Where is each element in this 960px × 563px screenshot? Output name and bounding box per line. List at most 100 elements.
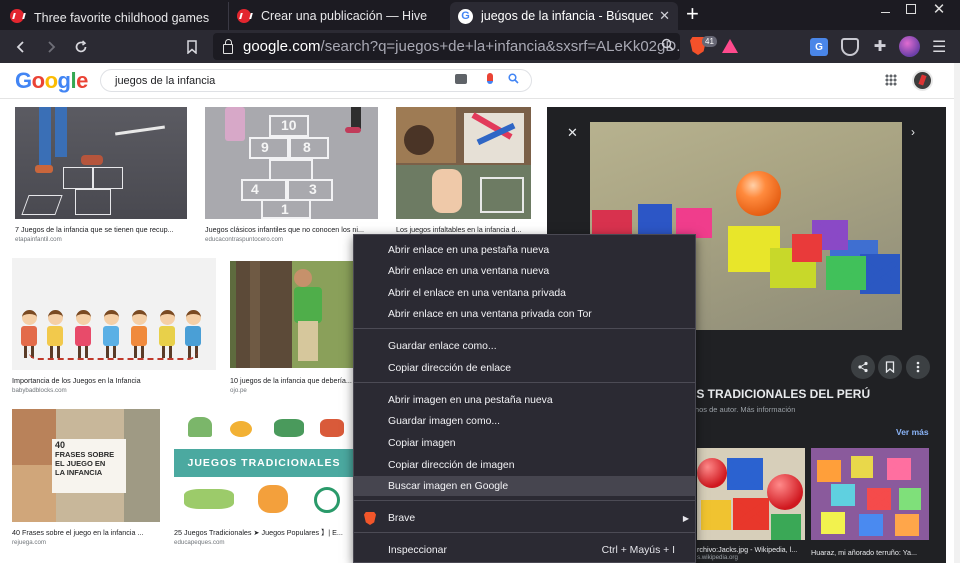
back-arrow-icon — [16, 41, 24, 53]
related-image[interactable] — [811, 448, 929, 540]
menu-item-open-link-new-window[interactable]: Abrir enlace en una ventana nueva — [354, 261, 695, 281]
menu-item-save-image-as[interactable]: Guardar imagen como... — [354, 411, 695, 431]
result-caption[interactable]: 10 juegos de la infancia que debería... — [230, 376, 354, 385]
related-caption[interactable]: rchivo:Jacks.jpg - Wikipedia, l... — [697, 545, 805, 554]
close-tab-icon[interactable]: ✕ — [659, 8, 670, 24]
preview-title[interactable]: OS TRADICIONALES DEL PERÚ — [687, 387, 870, 401]
tab-title: Crear una publicación — Hive — [261, 9, 428, 23]
result-thumbnail[interactable] — [396, 107, 531, 219]
extensions-puzzle-icon[interactable]: ✚ — [871, 38, 889, 56]
translate-extension-icon[interactable]: G — [810, 38, 828, 56]
url-path: /search?q=juegos+de+la+infancia&sxsrf=AL… — [320, 38, 680, 55]
result-source[interactable]: etapainfantil.com — [15, 236, 62, 243]
voice-search-icon[interactable] — [487, 73, 493, 84]
result-thumbnail[interactable]: 40 FRASES SOBRE EL JUEGO EN LA INFANCIA — [12, 409, 160, 522]
result-card[interactable]: JUEGOS TRADICIONALES 25 Juegos Tradicion… — [174, 409, 354, 549]
forward-arrow-icon — [48, 41, 56, 53]
hive-favicon-icon — [237, 9, 251, 23]
brave-rewards-icon[interactable] — [722, 39, 738, 53]
related-caption[interactable]: Huaraz, mi añorado terruño: Ya... — [811, 548, 933, 557]
shield-extension-icon[interactable] — [841, 38, 859, 56]
menu-separator — [354, 500, 695, 501]
result-card[interactable]: 10 9 8 4 3 1 Juegos clásicos infantiles … — [205, 107, 378, 247]
brave-lion-icon — [364, 512, 376, 525]
tab-strip: Three favorite childhood games 《Withou C… — [0, 0, 960, 30]
menu-item-copy-image[interactable]: Copiar imagen — [354, 433, 695, 453]
menu-item-open-link-private-tor[interactable]: Abrir enlace en una ventana privada con … — [354, 304, 695, 324]
thumb-text: LA INFANCIA — [55, 468, 103, 477]
tab-google-search[interactable]: G juegos de la infancia - Búsqueda de G … — [450, 2, 678, 30]
menu-item-inspect[interactable]: Inspeccionar Ctrl + Mayús + I — [354, 540, 695, 560]
result-thumbnail[interactable]: 10 9 8 4 3 1 — [205, 107, 378, 219]
menu-item-copy-link-address[interactable]: Copiar dirección de enlace — [354, 358, 695, 378]
result-card[interactable]: Los juegos infaltables en la infancia d.… — [396, 107, 531, 247]
related-image[interactable] — [697, 448, 805, 540]
result-card[interactable]: 40 FRASES SOBRE EL JUEGO EN LA INFANCIA … — [12, 409, 160, 549]
result-thumbnail[interactable] — [15, 107, 187, 219]
tab-title: juegos de la infancia - Búsqueda de G — [481, 9, 654, 23]
result-source[interactable]: rejuega.com — [12, 539, 46, 546]
thumb-text: FRASES SOBRE — [55, 450, 115, 459]
result-caption[interactable]: 25 Juegos Tradicionales ➤ Juegos Popular… — [174, 528, 354, 538]
result-caption[interactable]: Los juegos infaltables en la infancia d.… — [396, 225, 531, 234]
result-source[interactable]: ojo.pe — [230, 387, 247, 394]
reload-icon — [75, 40, 87, 53]
result-thumbnail[interactable] — [12, 258, 216, 370]
tab-title: Three favorite childhood games 《Withou — [34, 10, 218, 25]
page-scrollbar[interactable] — [954, 63, 960, 563]
profile-avatar[interactable] — [899, 36, 920, 57]
bookmark-icon — [885, 361, 895, 373]
menu-item-save-link-as[interactable]: Guardar enlace como... — [354, 336, 695, 356]
menu-item-open-link-private-window[interactable]: Abrir el enlace en una ventana privada — [354, 283, 695, 303]
share-button[interactable] — [851, 355, 875, 379]
next-image-icon[interactable]: › — [911, 125, 915, 139]
google-apps-icon[interactable] — [885, 74, 897, 86]
menu-item-search-image-google[interactable]: Buscar imagen en Google — [354, 476, 695, 496]
address-bar[interactable]: google.com /search?q=juegos+de+la+infanc… — [213, 33, 680, 60]
result-caption[interactable]: 7 Juegos de la infancia que se tienen qu… — [15, 225, 187, 234]
inspect-shortcut: Ctrl + Mayús + I — [601, 544, 675, 556]
more-vert-icon — [916, 361, 920, 373]
tab-childhood-games[interactable]: Three favorite childhood games 《Withou — [2, 2, 226, 30]
result-card[interactable]: Importancia de los Juegos en la Infancia… — [12, 258, 216, 398]
menu-item-open-image-new-tab[interactable]: Abrir imagen en una pestaña nueva — [354, 390, 695, 410]
result-caption[interactable]: Importancia de los Juegos en la Infancia — [12, 376, 216, 385]
url-host: google.com — [242, 38, 321, 55]
new-tab-button[interactable]: + — [686, 3, 699, 25]
result-caption[interactable]: Juegos clásicos infantiles que no conoce… — [205, 225, 378, 234]
search-icon[interactable] — [508, 72, 519, 87]
browser-menu-icon[interactable]: ☰ — [932, 37, 946, 57]
more-options-button[interactable] — [906, 355, 930, 379]
menu-item-copy-image-address[interactable]: Copiar dirección de imagen — [354, 455, 695, 475]
bookmark-button[interactable] — [182, 37, 202, 57]
related-source[interactable]: s.wikipedia.org — [697, 554, 738, 561]
back-button[interactable] — [11, 37, 31, 57]
result-thumbnail[interactable] — [230, 261, 354, 368]
lock-icon — [223, 38, 233, 54]
tab-crear-publicacion[interactable]: Crear una publicación — Hive — [228, 2, 448, 30]
shield-count-badge: 41 — [702, 36, 717, 47]
result-card[interactable]: 10 juegos de la infancia que debería... … — [230, 261, 354, 401]
camera-search-icon[interactable] — [455, 74, 467, 84]
menu-item-open-link-new-tab[interactable]: Abrir enlace en una pestaña nueva — [354, 240, 695, 260]
account-avatar[interactable] — [912, 70, 933, 91]
result-source[interactable]: educacontraspuntocero.com — [205, 236, 283, 243]
search-zoom-icon[interactable] — [661, 38, 674, 54]
thumb-text: 40 — [55, 440, 66, 450]
close-window-button[interactable]: ✕ — [922, 0, 956, 18]
forward-button[interactable] — [41, 37, 61, 57]
menu-item-brave[interactable]: Brave ▶ — [354, 508, 695, 528]
ver-mas-link[interactable]: Ver más — [896, 427, 929, 437]
result-card[interactable]: 7 Juegos de la infancia que se tienen qu… — [15, 107, 187, 247]
close-panel-icon[interactable]: ✕ — [567, 125, 578, 141]
result-source[interactable]: babybadblocks.com — [12, 387, 67, 394]
menu-separator — [354, 532, 695, 533]
google-logo[interactable]: Google — [15, 68, 88, 94]
result-caption[interactable]: 40 Frases sobre el juego en la infancia … — [12, 528, 160, 537]
search-input[interactable]: juegos de la infancia — [100, 69, 532, 92]
reload-button[interactable] — [71, 37, 91, 57]
menu-item-label: Inspeccionar — [388, 544, 447, 556]
result-thumbnail[interactable]: JUEGOS TRADICIONALES — [174, 409, 354, 522]
result-source[interactable]: educapeques.com — [174, 539, 225, 546]
save-button[interactable] — [878, 355, 902, 379]
